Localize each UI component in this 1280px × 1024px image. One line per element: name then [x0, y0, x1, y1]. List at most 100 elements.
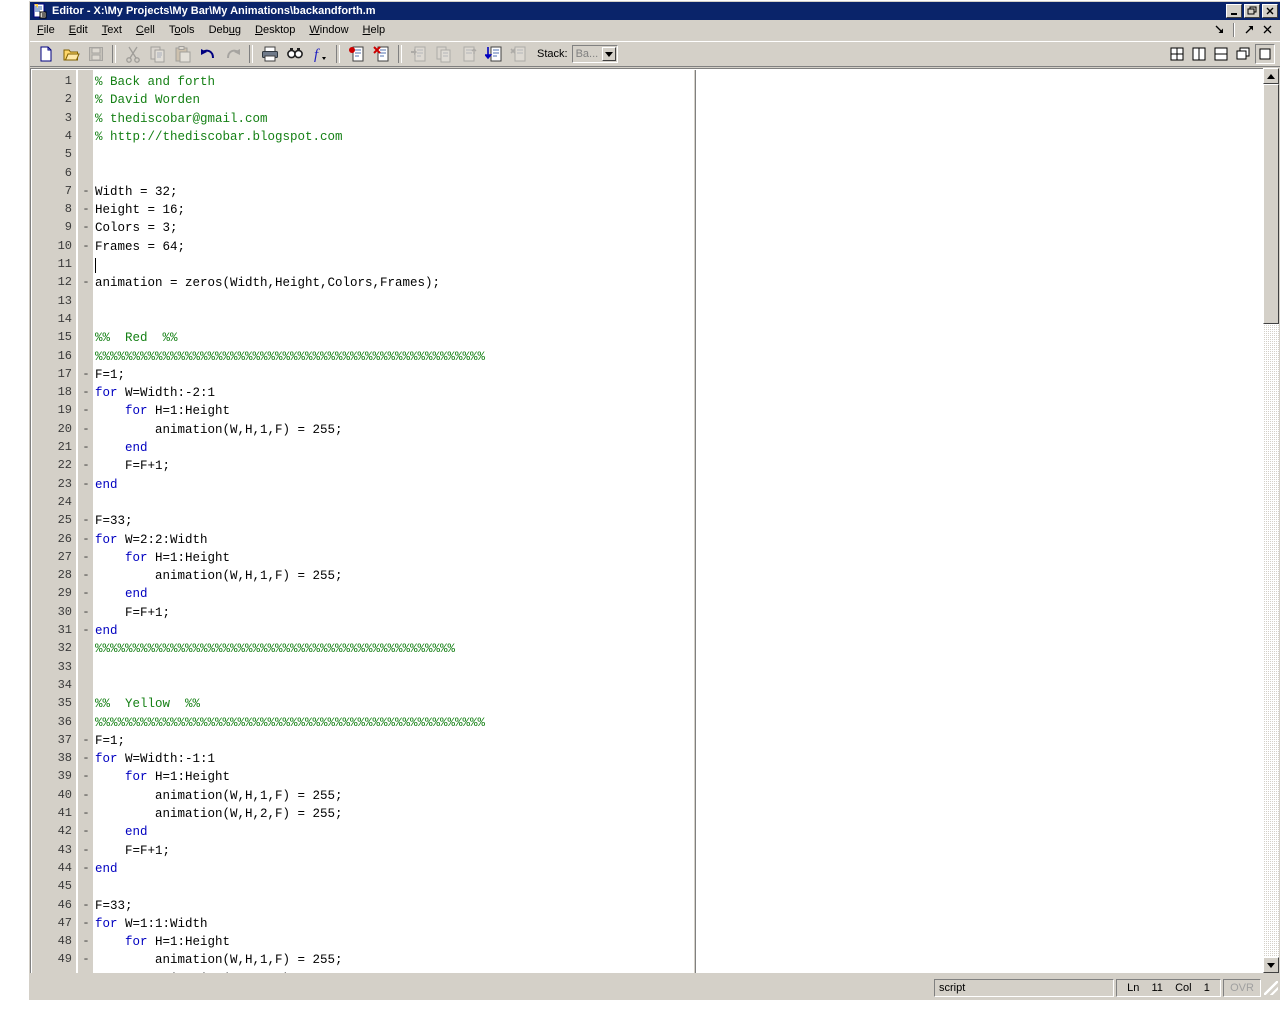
code-token: H=1:Height [147, 935, 231, 950]
function-browser-button[interactable]: f [308, 43, 331, 65]
menu-item-cell[interactable]: Cell [129, 22, 162, 38]
set-breakpoint-button[interactable] [345, 43, 368, 65]
code-token: animation = zeros(Width,Height,Colors,Fr… [95, 276, 441, 291]
executable-line-marker[interactable]: - [80, 914, 92, 932]
code-line: animation(W,H,1,F) = 255; [95, 951, 343, 969]
executable-line-marker[interactable]: - [80, 969, 92, 973]
executable-line-marker[interactable]: - [80, 182, 92, 200]
line-number: 2 [64, 92, 72, 107]
code-line: for W=Width:-2:1 [95, 384, 215, 402]
executable-line-marker[interactable]: - [80, 401, 92, 419]
menu-item-window[interactable]: Window [302, 22, 355, 38]
line-number: 21 [57, 440, 72, 454]
code-line: animation(W,H,1,F) = 255; [95, 567, 343, 585]
svg-text:f: f [314, 47, 320, 63]
executable-line-marker[interactable]: - [80, 822, 92, 840]
scroll-up-button[interactable] [1263, 68, 1279, 84]
executable-line-marker[interactable]: - [80, 859, 92, 877]
executable-line-marker[interactable]: - [80, 237, 92, 255]
restore-button[interactable] [1244, 4, 1260, 18]
executable-line-marker[interactable]: - [80, 804, 92, 822]
minimize-button[interactable] [1226, 4, 1242, 18]
code-token: end [95, 624, 118, 638]
executable-line-marker[interactable]: - [80, 950, 92, 968]
stack-label: Stack: [537, 48, 568, 60]
code-token: %%%%%%%%%%%%%%%%%%%%%%%%%%%%%%%%%%%%%%%%… [95, 715, 486, 730]
line-number: 13 [57, 293, 72, 308]
resize-grip-icon[interactable] [1264, 981, 1278, 995]
code-editor[interactable]: % Back and forth % David Worden % thedisco… [30, 68, 1264, 973]
line-number: 36 [57, 714, 72, 729]
continue-button[interactable] [482, 43, 505, 65]
executable-line-marker[interactable]: - [80, 456, 92, 474]
executable-line-marker[interactable]: - [80, 530, 92, 548]
executable-line-marker[interactable]: - [80, 511, 92, 529]
line-number: 5 [64, 147, 72, 162]
executable-line-marker[interactable]: - [80, 932, 92, 950]
cascade-button[interactable] [1233, 44, 1253, 64]
line-number: 18 [57, 385, 72, 400]
print-button[interactable] [258, 43, 281, 65]
executable-line-marker[interactable]: - [80, 786, 92, 804]
line-number: 32 [57, 641, 72, 656]
code-token: end [125, 441, 148, 455]
menu-item-desktop[interactable]: Desktop [248, 22, 302, 38]
executable-line-marker[interactable]: - [80, 548, 92, 566]
dock-arrow-icon[interactable] [1212, 23, 1226, 37]
tile-vertical-button[interactable] [1189, 44, 1209, 64]
line-number: 43 [57, 842, 72, 857]
code-line: end [95, 585, 148, 603]
executable-line-marker[interactable]: - [80, 749, 92, 767]
maximize-button[interactable] [1255, 44, 1275, 64]
menu-item-text[interactable]: Text [95, 22, 129, 38]
executable-line-marker[interactable]: - [80, 621, 92, 639]
open-file-button[interactable] [59, 43, 82, 65]
line-number: 19 [57, 403, 72, 418]
code-text-area[interactable]: % Back and forth % David Worden % thedisco… [93, 70, 1264, 973]
copy-button [146, 43, 169, 65]
executable-line-marker[interactable]: - [80, 218, 92, 236]
tile-4-button[interactable] [1167, 44, 1187, 64]
code-line: F=F+1; [95, 842, 170, 860]
chevron-down-icon[interactable] [601, 47, 616, 61]
close-button[interactable] [1262, 4, 1278, 18]
executable-line-marker[interactable]: - [80, 365, 92, 383]
executable-line-marker[interactable]: - [80, 200, 92, 218]
editor-split-bar[interactable] [693, 70, 696, 973]
close-panel-icon[interactable] [1260, 23, 1274, 37]
undo-button[interactable] [196, 43, 219, 65]
clear-breakpoints-button[interactable] [370, 43, 393, 65]
menu-item-edit[interactable]: Edit [62, 22, 95, 38]
code-token: F=33; [95, 898, 133, 913]
menu-item-tools[interactable]: Tools [162, 22, 202, 38]
executable-line-marker[interactable]: - [80, 731, 92, 749]
executable-line-marker[interactable]: - [80, 767, 92, 785]
menu-item-debug[interactable]: Debug [202, 22, 248, 38]
scroll-down-button[interactable] [1263, 957, 1279, 973]
line-number: 3 [64, 110, 72, 125]
line-number: 16 [57, 348, 72, 363]
stack-combo[interactable]: Ba... [571, 45, 618, 63]
vertical-scrollbar-thumb[interactable] [1263, 84, 1279, 324]
executable-line-marker[interactable]: - [80, 420, 92, 438]
executable-line-marker[interactable]: - [80, 273, 92, 291]
line-value: 11 [1151, 982, 1163, 994]
executable-line-marker[interactable]: - [80, 438, 92, 456]
find-button[interactable] [283, 43, 306, 65]
vertical-scrollbar[interactable] [1263, 68, 1279, 973]
executable-line-marker[interactable]: - [80, 584, 92, 602]
tile-horizontal-button[interactable] [1211, 44, 1231, 64]
menu-item-help[interactable]: Help [356, 22, 393, 38]
code-line: F=33; [95, 897, 133, 915]
executable-line-marker[interactable]: - [80, 383, 92, 401]
undock-arrow-icon[interactable] [1242, 23, 1256, 37]
executable-line-marker[interactable]: - [80, 841, 92, 859]
executable-line-marker[interactable]: - [80, 566, 92, 584]
new-file-button[interactable] [34, 43, 57, 65]
code-line: %%%%%%%%%%%%%%%%%%%%%%%%%%%%%%%%%%%%%%%%… [95, 640, 455, 658]
menu-item-file[interactable]: File [30, 22, 62, 38]
executable-line-marker[interactable]: - [80, 896, 92, 914]
executable-line-marker[interactable]: - [80, 603, 92, 621]
executable-line-marker[interactable]: - [80, 475, 92, 493]
